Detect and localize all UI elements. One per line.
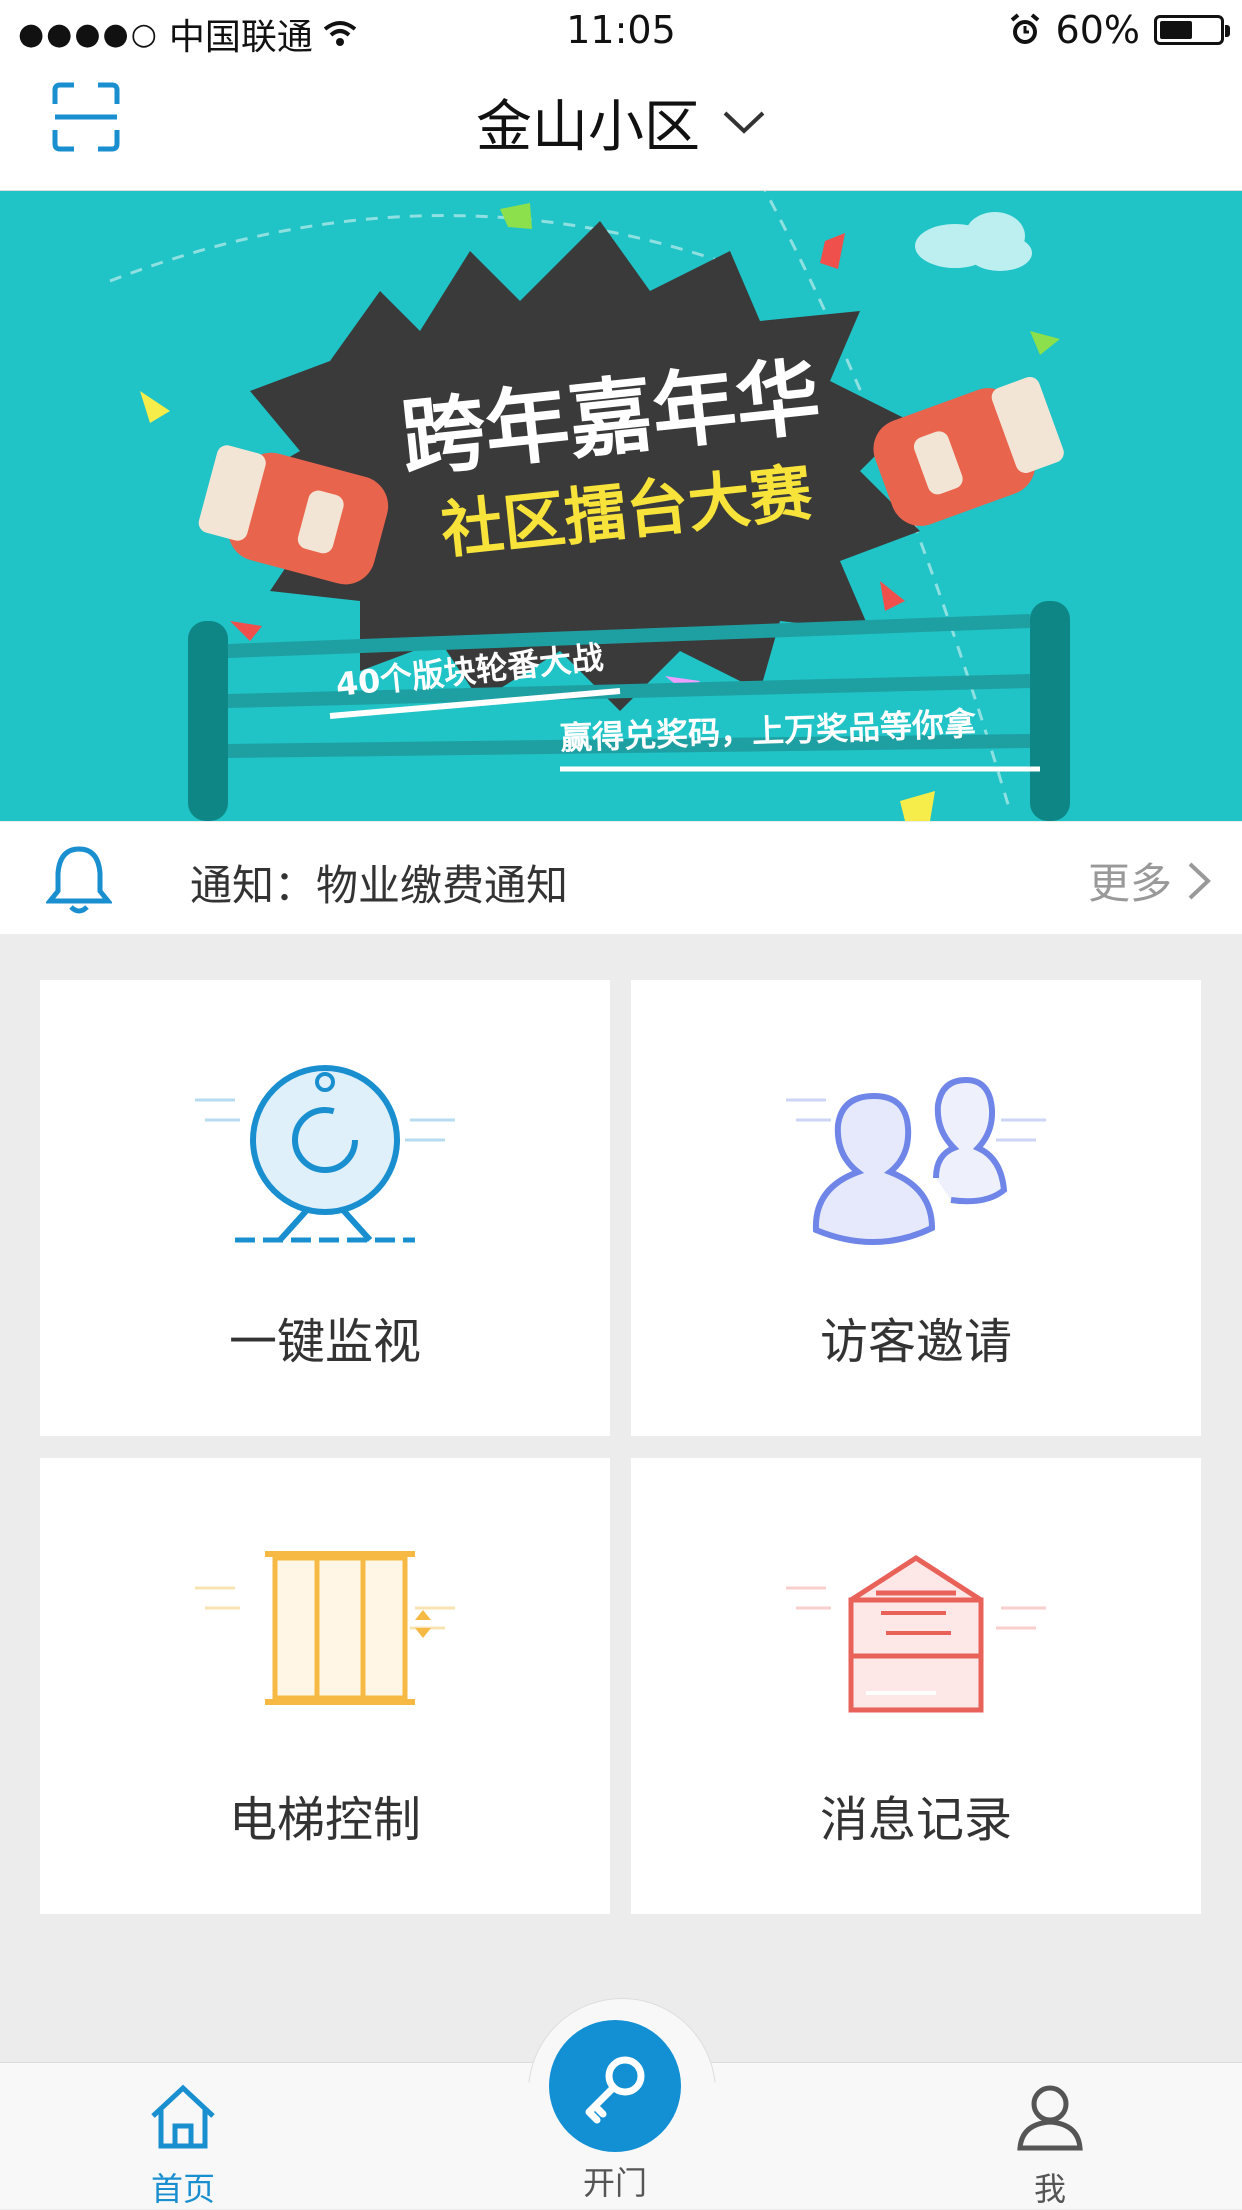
card-label: 消息记录 [819, 1792, 1012, 1848]
battery-fill [1160, 21, 1193, 39]
tab-label: 首页 [150, 2170, 215, 2208]
battery-percent: 60% [1055, 8, 1140, 52]
status-right: 60% [1008, 8, 1230, 52]
notice-text[interactable]: 通知：物业缴费通知 [190, 852, 568, 913]
messages-card[interactable]: 消息记录 [631, 1458, 1201, 1914]
chevron-down-icon [723, 111, 765, 134]
tab-me[interactable]: 我 [970, 2080, 1130, 2210]
tab-label: 开门 [582, 2164, 647, 2202]
chevron-right-icon [1188, 862, 1211, 899]
tab-open-door[interactable]: 开门 [535, 2158, 695, 2204]
visitors-icon [786, 1076, 1046, 1245]
more-label: 更多 [1087, 859, 1172, 908]
bell-icon [46, 846, 112, 914]
community-name: 金山小区 [476, 95, 700, 160]
open-door-button[interactable] [549, 2020, 681, 2152]
key-icon [585, 2056, 645, 2124]
promo-banner[interactable]: 跨年嘉年华 社区擂台大赛 40个版块轮番大战 赢得兑奖码，上万奖品等你拿 [0, 191, 1242, 821]
tab-label: 我 [1033, 2170, 1066, 2208]
community-selector[interactable]: 金山小区 [0, 82, 1242, 163]
alarm-icon [1010, 13, 1039, 44]
notice-bar[interactable] [0, 822, 1242, 934]
camera-icon [195, 1065, 455, 1243]
more-link[interactable]: 更多 [1088, 850, 1212, 911]
elevator-card[interactable]: 电梯控制 [40, 1458, 610, 1914]
visitor-card[interactable]: 访客邀请 [631, 980, 1201, 1436]
home-icon [151, 2084, 215, 2149]
elevator-icon [195, 1551, 455, 1705]
user-icon [1017, 2085, 1083, 2151]
battery-icon [1154, 15, 1230, 45]
monitor-card[interactable]: 一键监视 [40, 980, 610, 1436]
mail-icon [786, 1555, 1046, 1713]
card-label: 电梯控制 [228, 1792, 421, 1848]
card-label: 一键监视 [228, 1314, 421, 1370]
card-label: 访客邀请 [819, 1314, 1012, 1370]
tab-home[interactable]: 首页 [103, 2080, 263, 2210]
